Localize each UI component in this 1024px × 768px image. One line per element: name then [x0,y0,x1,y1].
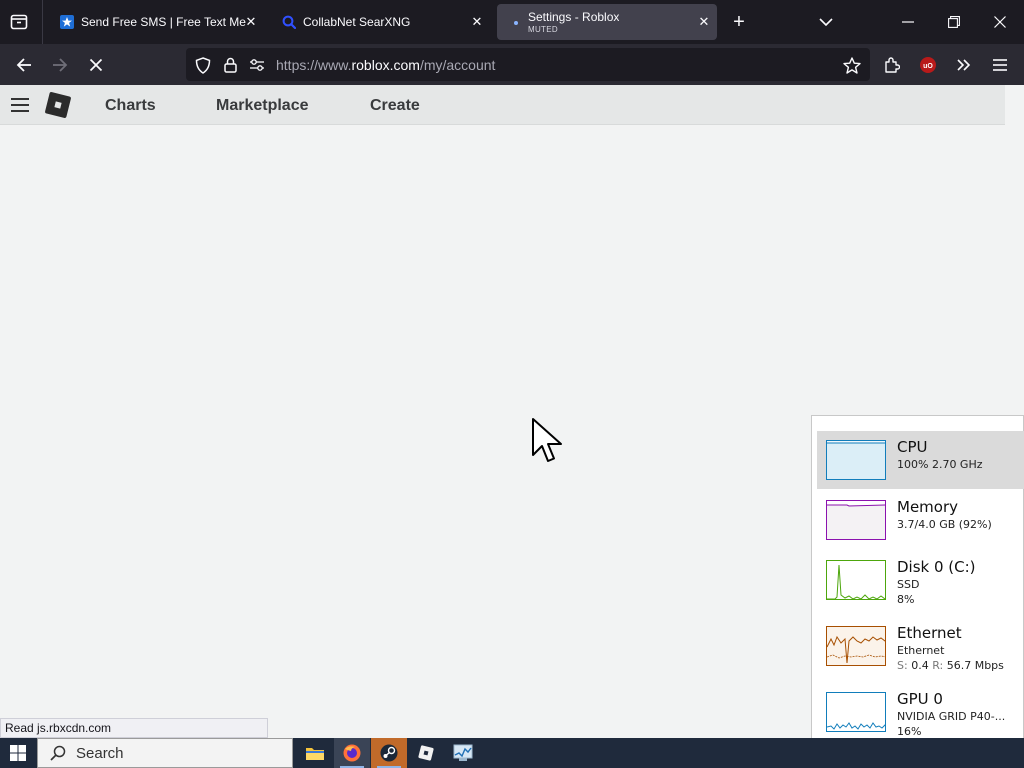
lock-icon[interactable] [221,56,239,74]
minimize-window-icon[interactable] [898,12,918,32]
close-tab-icon[interactable]: ✕ [470,14,484,29]
permissions-icon[interactable] [248,56,266,74]
tm-receive-value: 56.7 Mbps [946,659,1004,672]
address-bar[interactable]: https://www.roblox.com/my/account [186,48,870,81]
mouse-cursor-icon [532,418,562,462]
tm-row-gpu[interactable]: GPU 0 NVIDIA GRID P40-... 16% [817,683,1024,741]
extensions-puzzle-icon[interactable] [879,52,905,78]
url-host: roblox.com [351,57,420,73]
list-all-tabs-chevron-icon[interactable] [816,12,836,32]
windows-start-icon[interactable] [0,738,36,768]
roblox-logo-icon[interactable] [44,91,72,119]
tm-detail: Ethernet [897,644,945,657]
tm-name: Disk 0 (C:) [897,558,976,576]
url-prefix: https://www. [276,57,352,73]
svg-text:uO: uO [923,63,933,70]
loading-indicator-icon [514,21,518,25]
task-manager-performance-panel: CPU 100% 2.70 GHz Memory 3.7/4.0 GB (92%… [811,415,1024,760]
app-menu-icon[interactable] [987,52,1013,78]
tm-name: GPU 0 [897,690,943,708]
tm-send-value: 0.4 [911,659,929,672]
tm-name: CPU [897,438,928,456]
tm-detail: SSD [897,578,920,591]
browser-navigation-bar: https://www.roblox.com/my/account uO [0,44,1024,85]
tm-detail: NVIDIA GRID P40-... [897,710,1006,723]
forward-arrow-icon[interactable] [47,52,73,78]
close-tab-icon[interactable]: ✕ [244,14,258,29]
tm-detail-2: 16% [897,725,922,738]
tab-title: Settings - Roblox [528,10,620,24]
tab-title: CollabNet SearXNG [303,15,411,29]
windows-taskbar: Search [0,738,1024,768]
textfree-favicon [60,15,74,29]
tm-send-label: S: [897,659,908,672]
restore-window-icon[interactable] [944,12,964,32]
tm-detail: 100% 2.70 GHz [897,458,983,471]
tab-settings-roblox[interactable]: Settings - Roblox MUTED ✕ [497,4,717,40]
disk-graph [826,560,886,600]
gpu-graph [826,692,886,732]
link-status-bar: Read js.rbxcdn.com [0,718,268,738]
roblox-player-icon[interactable] [408,738,444,768]
back-arrow-icon[interactable] [11,52,37,78]
browser-tab-strip: Send Free SMS | Free Text Messages ✕ Col… [0,0,1024,44]
tab-strip-divider [42,0,43,44]
tab-collabnet-searxng[interactable]: CollabNet SearXNG ✕ [268,4,490,40]
tm-name: Ethernet [897,624,962,642]
url-text[interactable]: https://www.roblox.com/my/account [276,57,495,73]
close-tab-icon[interactable]: ✕ [697,14,711,29]
tm-detail-2: 8% [897,593,915,606]
stop-loading-icon[interactable] [83,52,109,78]
hamburger-menu-icon[interactable] [11,98,29,112]
tracking-protection-shield-icon[interactable] [194,56,212,74]
firefox-view-icon[interactable] [8,12,30,32]
tm-row-memory[interactable]: Memory 3.7/4.0 GB (92%) [817,491,1024,549]
tm-detail-2: S: 0.4 R: 56.7 Mbps [897,659,1004,672]
tab-send-free-sms[interactable]: Send Free SMS | Free Text Messages ✕ [46,4,264,40]
tab-muted-label: MUTED [528,25,558,34]
search-placeholder: Search [76,745,124,762]
url-path: /my/account [419,57,496,73]
tm-detail: 3.7/4.0 GB (92%) [897,518,992,531]
ethernet-graph [826,626,886,666]
overflow-chevrons-icon[interactable] [951,52,977,78]
close-window-icon[interactable] [990,12,1010,32]
tab-title: Send Free SMS | Free Text Messages [81,15,246,29]
nav-link-charts[interactable]: Charts [105,97,156,115]
searxng-favicon [282,15,296,29]
tm-receive-label: R: [932,659,944,672]
steam-icon[interactable] [371,738,407,768]
ublock-origin-icon[interactable]: uO [915,52,941,78]
firefox-icon[interactable] [334,738,370,768]
nav-link-create[interactable]: Create [370,97,420,115]
new-tab-icon[interactable]: + [729,11,749,33]
tm-row-ethernet[interactable]: Ethernet Ethernet S: 0.4 R: 56.7 Mbps [817,617,1024,675]
tm-row-cpu[interactable]: CPU 100% 2.70 GHz [817,431,1024,489]
cpu-graph [826,440,886,480]
task-manager-icon[interactable] [445,738,481,768]
tm-row-disk[interactable]: Disk 0 (C:) SSD 8% [817,551,1024,609]
bookmark-star-icon[interactable] [843,56,861,74]
nav-link-marketplace[interactable]: Marketplace [216,97,309,115]
roblox-top-navigation: Charts Marketplace Create [0,85,1005,125]
taskbar-search-box[interactable]: Search [37,738,293,768]
memory-graph [826,500,886,540]
tm-name: Memory [897,498,959,516]
file-explorer-icon[interactable] [297,738,333,768]
search-icon [50,745,66,761]
